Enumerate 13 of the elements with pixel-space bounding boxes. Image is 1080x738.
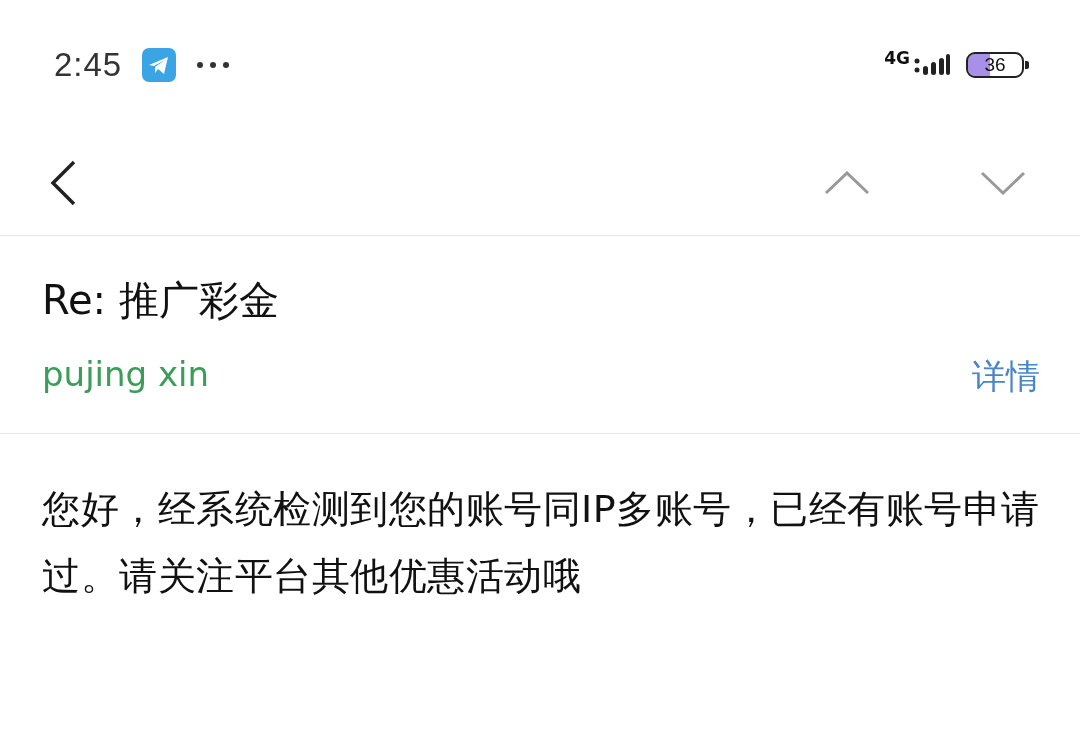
email-subject: Re: 推广彩金 — [42, 276, 280, 325]
chevron-up-icon[interactable] — [824, 170, 870, 195]
status-time: 2:45 — [54, 46, 123, 84]
email-body: 您好，经系统检测到您的账号同IP多账号，已经有账号申请过。请关注平台其他优惠活动哦 — [41, 486, 1041, 600]
details-link[interactable]: 详情 — [972, 354, 1040, 400]
battery-level: 36 — [984, 54, 1006, 76]
more-icon — [196, 61, 231, 69]
chevron-down-icon[interactable] — [980, 170, 1026, 195]
paper-plane-icon — [142, 48, 177, 82]
sender-name[interactable]: pujing xin — [42, 354, 210, 400]
back-icon[interactable] — [48, 159, 78, 206]
signal-icon — [914, 53, 950, 77]
network-type: 4G — [884, 48, 910, 68]
